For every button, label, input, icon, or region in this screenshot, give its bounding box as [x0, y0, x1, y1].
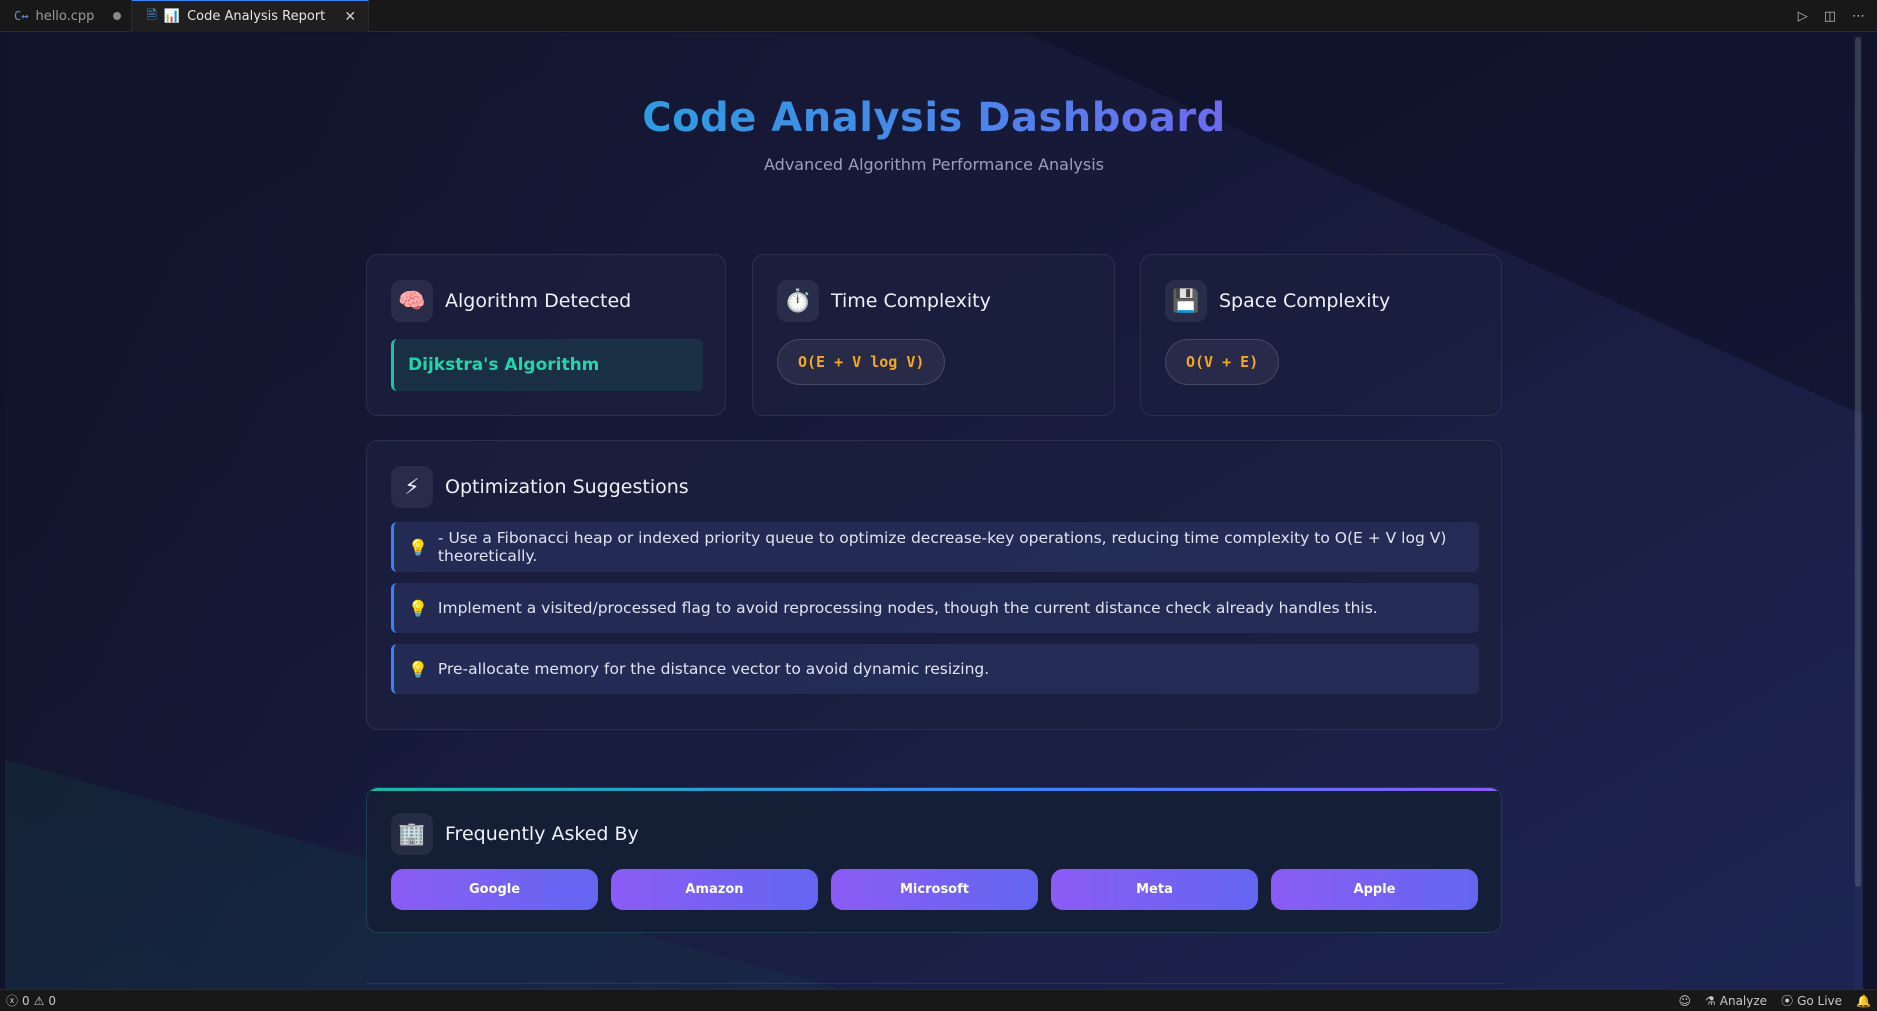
company-microsoft-button[interactable]: Microsoft — [831, 869, 1038, 910]
stopwatch-icon: ⏱️ — [777, 280, 819, 322]
close-icon[interactable]: ✕ — [342, 9, 358, 25]
analyze-label: Analyze — [1719, 993, 1768, 1008]
suggestion-item: 💡 - Use a Fibonacci heap or indexed prio… — [391, 522, 1479, 572]
card-title: Frequently Asked By — [445, 823, 639, 845]
page-subtitle: Advanced Algorithm Performance Analysis — [764, 155, 1104, 174]
tab-code-analysis-report[interactable]: 🗎 📊 Code Analysis Report ✕ — [132, 0, 370, 32]
lightbulb-icon: 💡 — [408, 537, 428, 557]
card-title: Optimization Suggestions — [445, 476, 689, 498]
company-list: Google Amazon Microsoft Meta Apple — [391, 869, 1478, 910]
error-icon: ⓧ — [6, 994, 19, 1008]
notifications-bell-icon[interactable]: 🔔 — [1856, 994, 1871, 1008]
lightbulb-icon: 💡 — [408, 659, 428, 679]
card-title: Space Complexity — [1219, 290, 1391, 312]
brain-icon: 🧠 — [391, 280, 433, 322]
page-title: Code Analysis Dashboard — [642, 95, 1226, 141]
suggestion-item: 💡 Implement a visited/processed flag to … — [391, 583, 1479, 633]
broadcast-icon: ⦿ — [1781, 994, 1794, 1008]
tab-label: hello.cpp — [35, 8, 95, 24]
problems-indicator[interactable]: ⓧ 0 ⚠ 0 — [6, 992, 56, 1009]
floppy-disk-icon: 💾 — [1165, 280, 1207, 322]
editor-actions: ▷ ◫ ⋯ — [1798, 0, 1865, 32]
vertical-scrollbar[interactable] — [1853, 33, 1863, 989]
dashboard-header: Code Analysis Dashboard Advanced Algorit… — [5, 95, 1863, 174]
office-building-icon: 🏢 — [391, 813, 433, 855]
time-complexity-value: O(E + V log V) — [777, 339, 946, 385]
suggestion-text: - Use a Fibonacci heap or indexed priori… — [437, 529, 1447, 565]
report-webview: Code Analysis Dashboard Advanced Algorit… — [5, 33, 1863, 989]
suggestion-text: Implement a visited/processed flag to av… — [437, 599, 1378, 617]
analyze-button[interactable]: ⚗ Analyze — [1705, 994, 1767, 1008]
gradient-accent-line — [367, 788, 1501, 791]
lightbulb-icon: 💡 — [408, 598, 428, 618]
section-divider — [366, 983, 1502, 984]
algorithm-card: 🧠 Algorithm Detected Dijkstra's Algorith… — [366, 254, 726, 416]
suggestion-text: Pre-allocate memory for the distance vec… — [437, 660, 990, 678]
company-amazon-button[interactable]: Amazon — [611, 869, 818, 910]
company-google-button[interactable]: Google — [391, 869, 598, 910]
flask-icon: ⚗ — [1705, 993, 1716, 1008]
company-meta-button[interactable]: Meta — [1051, 869, 1258, 910]
more-actions-icon[interactable]: ⋯ — [1852, 9, 1865, 24]
copilot-icon[interactable]: ☺ — [1678, 994, 1691, 1008]
unsaved-dot-icon[interactable] — [113, 12, 122, 20]
space-complexity-value: O(V + E) — [1165, 339, 1280, 385]
editor-tab-bar: C↔ hello.cpp 🗎 📊 Code Analysis Report ✕ … — [0, 0, 1877, 32]
card-title: Algorithm Detected — [445, 290, 632, 312]
error-count: 0 — [22, 993, 30, 1008]
go-live-label: Go Live — [1797, 993, 1843, 1008]
lightning-icon: ⚡ — [391, 466, 433, 508]
split-editor-icon[interactable]: ◫ — [1824, 9, 1836, 24]
status-bar: ⓧ 0 ⚠ 0 ☺ ⚗ Analyze ⦿ Go Live 🔔 — [0, 989, 1877, 1011]
tab-label: Code Analysis Report — [187, 9, 326, 24]
time-complexity-card: ⏱️ Time Complexity O(E + V log V) — [752, 254, 1115, 416]
optimization-card: ⚡ Optimization Suggestions 💡 - Use a Fib… — [366, 440, 1502, 730]
space-complexity-card: 💾 Space Complexity O(V + E) — [1140, 254, 1502, 416]
tab-hello-cpp[interactable]: C↔ hello.cpp — [0, 0, 133, 32]
file-icon: 🗎 — [146, 7, 157, 23]
frequently-asked-card: 🏢 Frequently Asked By Google Amazon Micr… — [366, 787, 1502, 933]
algorithm-value: Dijkstra's Algorithm — [391, 339, 703, 391]
warning-icon: ⚠ — [33, 993, 45, 1008]
warning-count: 0 — [48, 993, 57, 1008]
report-icon: 📊 — [163, 9, 181, 24]
cpp-file-icon: C↔ — [14, 9, 29, 23]
card-title: Time Complexity — [831, 290, 991, 312]
go-live-button[interactable]: ⦿ Go Live — [1781, 992, 1842, 1009]
suggestion-item: 💡 Pre-allocate memory for the distance v… — [391, 644, 1479, 694]
run-icon[interactable]: ▷ — [1798, 9, 1808, 24]
company-apple-button[interactable]: Apple — [1271, 869, 1478, 910]
scrollbar-thumb[interactable] — [1855, 37, 1861, 887]
